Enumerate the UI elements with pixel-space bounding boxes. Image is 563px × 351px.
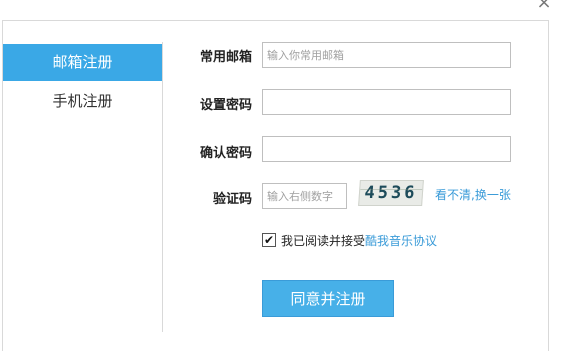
agree-checkbox[interactable]: ✔ bbox=[262, 233, 276, 247]
captcha-image[interactable]: 4536 bbox=[358, 180, 424, 206]
registration-tabs: 邮箱注册 手机注册 bbox=[3, 42, 163, 332]
captcha-label: 验证码 bbox=[212, 192, 252, 207]
agreement-link[interactable]: 酷我音乐协议 bbox=[365, 234, 437, 248]
tab-email-register[interactable]: 邮箱注册 bbox=[3, 44, 162, 81]
confirm-password-field[interactable] bbox=[262, 136, 511, 162]
refresh-captcha-link[interactable]: 看不清,换一张 bbox=[435, 186, 511, 203]
close-icon[interactable]: × bbox=[535, 0, 553, 12]
password-label: 设置密码 bbox=[199, 98, 252, 113]
agree-and-register-button[interactable]: 同意并注册 bbox=[262, 280, 394, 317]
tab-phone-register[interactable]: 手机注册 bbox=[3, 83, 162, 120]
captcha-input[interactable] bbox=[262, 183, 347, 209]
email-field[interactable] bbox=[262, 42, 511, 68]
confirm-password-label: 确认密码 bbox=[199, 146, 252, 161]
email-label: 常用邮箱 bbox=[199, 50, 252, 65]
password-field[interactable] bbox=[262, 89, 511, 115]
agree-text: 我已阅读并接受 bbox=[281, 234, 366, 248]
